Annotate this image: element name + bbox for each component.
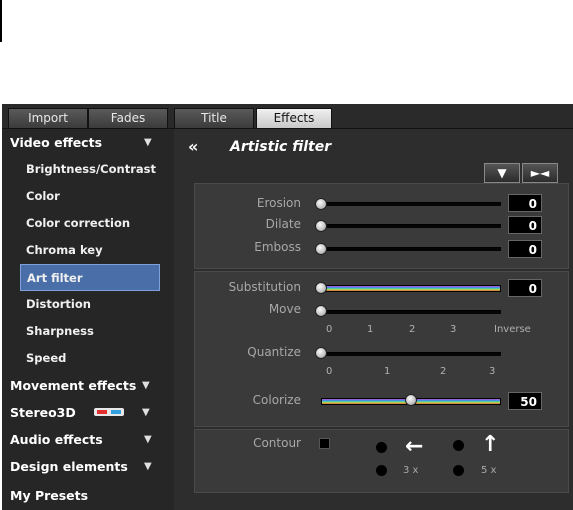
quantize-tick-label: 2 [440, 366, 447, 377]
sidebar-item-design-elements[interactable]: Design elements ▼ [2, 453, 174, 480]
sidebar-item-distortion[interactable]: Distortion [2, 291, 174, 318]
sidebar-item-label: Stereo3D [10, 405, 76, 420]
sidebar-item-speed[interactable]: Speed [2, 345, 174, 372]
chevron-down-icon: ▼ [144, 137, 152, 148]
sidebar-item-label: Audio effects [10, 432, 103, 447]
contour-3x-label: 3 x [403, 465, 419, 476]
sidebar-item-color[interactable]: Color [2, 183, 174, 210]
colorize-label: Colorize [252, 393, 301, 407]
contour-5x-label: 5 x [481, 465, 497, 476]
emboss-slider-handle[interactable] [315, 243, 327, 255]
3d-glasses-icon [94, 408, 124, 416]
effects-window: Import Fades Title Effects Video effects… [2, 104, 573, 510]
sidebar-item-label: Design elements [10, 459, 128, 474]
quantize-tick-label: 0 [326, 366, 333, 377]
tab-effects[interactable]: Effects [256, 108, 332, 128]
sidebar-item-audio-effects[interactable]: Audio effects ▼ [2, 426, 174, 453]
sidebar-item-video-effects[interactable]: Video effects ▼ [2, 129, 174, 156]
move-tick-label: 3 [450, 324, 457, 335]
contour-option-3x[interactable] [376, 465, 387, 476]
sidebar-item-my-presets[interactable]: My Presets [2, 482, 174, 509]
erosion-slider-handle[interactable] [315, 198, 327, 210]
dilate-slider-handle[interactable] [315, 220, 327, 232]
contour-group: Contour ← ↑ 3 x 5 x [194, 429, 569, 493]
contour-label: Contour [253, 436, 301, 450]
chevron-down-icon: ▼ [144, 461, 152, 472]
sidebar-item-movement-effects[interactable]: Movement effects ▼ [2, 372, 174, 399]
chevron-down-icon: ▼ [142, 407, 150, 418]
play-toggle-button[interactable]: ►◄ [522, 163, 558, 183]
quantize-tick-label: 3 [489, 366, 496, 377]
contour-option-left[interactable] [376, 442, 387, 453]
move-slider-handle[interactable] [315, 305, 327, 317]
double-chevron-left-icon[interactable]: « [188, 137, 198, 156]
tab-fades[interactable]: Fades [88, 108, 168, 128]
emboss-slider-track[interactable] [321, 247, 501, 251]
move-tick-label: 1 [367, 324, 374, 335]
erosion-value[interactable]: 0 [508, 194, 542, 212]
move-tick-label: Inverse [494, 324, 531, 335]
colorize-slider-handle[interactable] [405, 394, 417, 406]
emboss-value[interactable]: 0 [508, 240, 542, 258]
sidebar-item-stereo3d[interactable]: Stereo3D ▼ [2, 399, 174, 426]
chevron-down-icon: ▼ [142, 380, 150, 391]
quantize-slider-handle[interactable] [315, 347, 327, 359]
sidebar-item-label: My Presets [10, 488, 89, 503]
quantize-slider-track[interactable] [321, 352, 501, 356]
quantize-label: Quantize [247, 345, 301, 359]
erosion-label: Erosion [256, 196, 301, 210]
move-slider-track[interactable] [321, 310, 501, 314]
sidebar-item-label: Video effects [10, 135, 103, 150]
substitution-label: Substitution [228, 280, 301, 294]
substitution-slider-handle[interactable] [315, 282, 327, 294]
dilate-slider-track[interactable] [321, 224, 501, 228]
arrow-left-icon: ← [405, 434, 424, 459]
sidebar-item-art-filter[interactable]: Art filter [20, 264, 160, 291]
tab-bar: Import Fades Title Effects [2, 104, 573, 129]
erosion-slider-track[interactable] [321, 202, 501, 206]
sidebar-item-label: Movement effects [10, 378, 137, 393]
tab-import[interactable]: Import [8, 108, 88, 128]
sidebar-item-brightness-contrast[interactable]: Brightness/Contrast [2, 156, 174, 183]
emboss-label: Emboss [254, 240, 301, 254]
dropdown-button[interactable]: ▼ [484, 163, 520, 183]
substitution-slider-track[interactable] [321, 285, 501, 292]
contour-option-5x[interactable] [453, 465, 464, 476]
tab-title[interactable]: Title [174, 108, 254, 128]
dilate-value[interactable]: 0 [508, 216, 542, 234]
dilate-label: Dilate [265, 217, 301, 231]
arrow-up-icon: ↑ [481, 432, 500, 457]
colorize-value[interactable]: 50 [508, 392, 542, 410]
substitution-value[interactable]: 0 [508, 279, 542, 297]
move-tick-label: 0 [326, 324, 333, 335]
sidebar: Video effects ▼ Brightness/Contrast Colo… [2, 129, 174, 510]
contour-checkbox[interactable] [319, 438, 330, 449]
sidebar-item-color-correction[interactable]: Color correction [2, 210, 174, 237]
sidebar-item-chroma-key[interactable]: Chroma key [2, 237, 174, 264]
morphology-group: Erosion 0 Dilate 0 Emboss 0 [194, 183, 569, 269]
chevron-down-icon: ▼ [144, 434, 152, 445]
quantize-tick-label: 1 [384, 366, 391, 377]
top-left-line [0, 0, 2, 42]
sidebar-item-sharpness[interactable]: Sharpness [2, 318, 174, 345]
color-group: Substitution 0 Move 0 1 2 3 Inverse Quan… [194, 271, 569, 427]
move-label: Move [268, 302, 301, 316]
contour-option-up[interactable] [453, 440, 464, 451]
panel-title: Artistic filter [230, 139, 332, 155]
move-tick-label: 2 [409, 324, 416, 335]
effect-panel: « Artistic filter ▼ ►◄ Erosion 0 Dilate … [174, 129, 573, 510]
